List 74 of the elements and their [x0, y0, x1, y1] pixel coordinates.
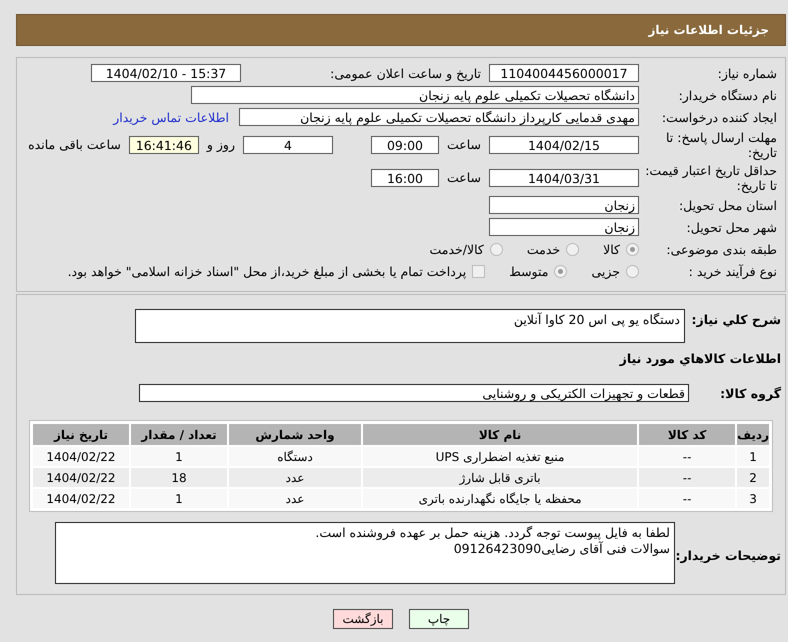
field-label: گروه کالا: [719, 386, 782, 400]
radio-label: متوسط [509, 264, 548, 278]
field-label: نوع فرآیند خرید : [688, 264, 778, 278]
print-button[interactable]: چاپ [409, 609, 469, 629]
checkbox-label: پرداخت تمام یا بخشی از مبلغ خرید،از محل "اسناد خزانه اسلامی" خواهد بود. [68, 264, 466, 278]
contact-link[interactable]: اطلاعات تماس خریدار [113, 110, 229, 124]
table-cell: باتری قابل شارژ [363, 468, 638, 487]
table-cell: 1 [131, 489, 227, 508]
remaining-label: ساعت باقی مانده [28, 137, 121, 152]
remaining-time-field: 16:41:46 [128, 136, 199, 154]
table-cell: دستگاه [229, 447, 361, 466]
page-title: جزئیات اطلاعات نیاز [648, 23, 769, 37]
radio-button[interactable] [566, 242, 580, 256]
field-label: حداقل تاریخ اعتبار قیمت: تا تاریخ: [644, 162, 778, 192]
checkbox[interactable] [472, 264, 486, 278]
table-cell: 1 [737, 447, 769, 466]
column-header: نام کالا [363, 424, 638, 445]
field-label: شهر محل تحویل: [686, 220, 778, 234]
table-cell: 18 [131, 468, 227, 487]
province-field: زنجان [489, 196, 639, 214]
field-label: ایجاد کننده درخواست: [660, 110, 778, 124]
column-header: کد کالا [639, 424, 736, 445]
radio-label: جزیی [591, 264, 620, 278]
field-label: استان محل تحویل: [678, 198, 778, 212]
radio-label: خدمت [526, 242, 560, 256]
field-label: مهلت ارسال پاسخ: تا تاریخ: [665, 130, 778, 160]
field-label: طبقه بندی موضوعی: [665, 242, 778, 256]
column-header: واحد شمارش [229, 424, 361, 445]
table-cell: منبع تغذیه اضطراری UPS [363, 447, 638, 466]
back-button[interactable]: بازگشت [333, 609, 393, 629]
field-label: نام دستگاه خریدار: [678, 88, 778, 102]
table-cell: عدد [229, 468, 361, 487]
radio-button[interactable] [490, 242, 503, 256]
table-cell: 1404/02/22 [33, 489, 129, 508]
time-label: ساعت [446, 170, 481, 185]
table-cell: -- [639, 489, 736, 508]
goods-group-field: قطعات و تجهیزات الکتریکی و روشنایی [139, 384, 689, 402]
radio-button[interactable] [626, 264, 639, 278]
table-cell: عدد [229, 489, 361, 508]
days-label: روز و [206, 137, 235, 152]
table-cell: 2 [737, 468, 769, 487]
column-header: رديف [737, 424, 769, 445]
table-cell: محفظه یا جایگاه نگهدارنده باتری [363, 489, 638, 508]
table-cell: 1404/02/22 [33, 468, 129, 487]
field-label: تاریخ و ساعت اعلان عمومی: [329, 66, 482, 80]
description-field: دستگاه یو پی اس 20 کاوا آنلاین [135, 309, 685, 343]
city-field: زنجان [489, 218, 639, 236]
table-cell: 1404/02/22 [33, 447, 129, 466]
table-cell: 3 [737, 489, 769, 508]
table-cell: 1 [131, 447, 227, 466]
radio-button[interactable] [626, 242, 639, 256]
notes-line: سوالات فنی آقای رضایی09126423090 [452, 541, 670, 557]
radio-button[interactable] [554, 264, 568, 278]
table-cell: -- [639, 447, 736, 466]
field-label: توضیحات خریدار: [675, 547, 782, 563]
requester-field: مهدی قدمایی کارپرداز دانشگاه تحصیلات تکمیلی علوم پایه زنجان [239, 108, 639, 126]
need-number-field: 1104004456000017 [489, 64, 639, 82]
time-field: 16:00 [370, 168, 439, 186]
table-cell: -- [639, 468, 736, 487]
buyer-field: دانشگاه تحصیلات تکمیلی علوم پایه زنجان [191, 86, 639, 104]
field-label: شماره نیاز: [716, 66, 778, 80]
time-field: 09:00 [370, 136, 439, 154]
time-label: ساعت [446, 137, 481, 152]
column-header: تاریخ نیاز [33, 424, 129, 445]
announce-date-field: 1404/02/10 - 15:37 [91, 64, 241, 82]
field-label: شرح کلي نياز: [690, 311, 782, 327]
radio-label: کالا [603, 242, 620, 256]
days-field: 4 [242, 136, 333, 154]
notes-line: لطفا به فایل پیوست توجه گردد. هزینه حمل بر عهده فروشنده است. [314, 525, 670, 541]
section-heading: اطلاعات کالاهاي مورد نياز [618, 350, 782, 366]
radio-label: کالا/خدمت [429, 242, 484, 256]
date-field: 1404/03/31 [489, 168, 639, 186]
column-header: تعداد / مقدار [131, 424, 227, 445]
date-field: 1404/02/15 [489, 136, 639, 154]
